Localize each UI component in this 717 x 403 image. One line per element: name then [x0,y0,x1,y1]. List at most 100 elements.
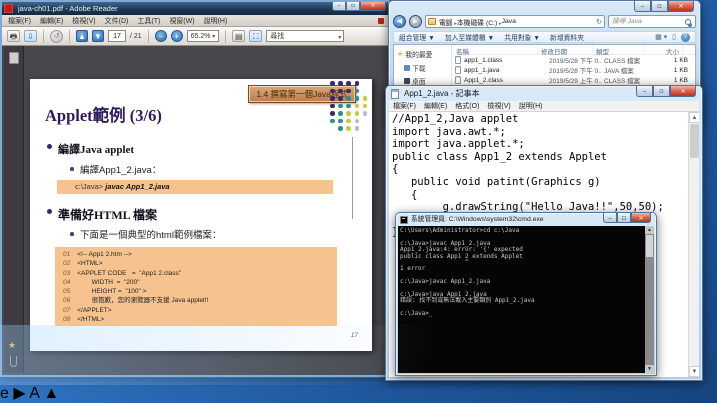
sub-bullet-icon [70,167,74,171]
maximize-button[interactable] [617,213,631,223]
cmd-titlebar[interactable]: 系統管理員: C:\Windows\system32\cmd.exe [396,213,656,226]
maximize-button[interactable] [651,1,668,12]
save-icon[interactable]: ⇩ [24,30,37,42]
scroll-down-icon[interactable] [689,366,699,377]
menu-document[interactable]: 文件(D) [105,16,129,26]
close-button[interactable] [670,86,696,97]
page-up-icon[interactable]: ▲ [76,30,88,42]
previous-view-icon[interactable]: ↺ [50,30,63,43]
pages-panel-icon[interactable] [9,52,19,64]
maximize-button[interactable] [653,86,670,97]
menu-file[interactable]: 檔案(F) [393,101,416,111]
taskbar-media-player-icon[interactable]: ▶ [13,385,25,402]
file-row[interactable]: App1_2.class 2019/5/29 上午 0... CLASS 檔案 … [453,75,695,85]
taskbar-adobe-reader-icon[interactable]: A [29,385,39,402]
column-date-modified[interactable]: 修改日期 [538,45,593,54]
find-input[interactable]: 尋找 [266,30,344,42]
slide-bullet-1: 編譯Java applet [58,141,134,157]
notepad-titlebar[interactable]: App1_2.java - 記事本 [386,86,702,101]
scrollbar-thumb[interactable] [690,124,699,158]
menu-view[interactable]: 檢視(V) [487,101,510,111]
pdf-titlebar[interactable]: java-ch01.pdf - Adobe Reader [2,2,388,15]
scroll-up-icon[interactable] [645,226,654,234]
zoom-level-select[interactable]: 65.2% [187,30,220,42]
menu-file[interactable]: 檔案(F) [8,16,31,26]
menu-edit[interactable]: 編輯(E) [40,16,63,26]
command-prompt-text: c:\Java> [75,182,105,191]
sidebar-item-downloads[interactable]: 下載 [404,63,451,73]
sidebar-favorites[interactable]: 我的最愛 [397,49,451,59]
search-input[interactable]: 搜尋 Java [608,15,696,28]
attachments-panel-icon[interactable] [10,356,17,367]
file-row[interactable]: app1_1.java 2019/5/28 下午 0... JAVA 檔案 1 … [453,65,695,75]
pdf-toolbar: 🖶 ⇩ ↺ ▲ ▼ / 21 − + 65.2% ▤ ⛶ 尋找 [2,27,388,46]
slide-command-line: c:\Java> javac App1_2.java [57,180,333,194]
column-size[interactable]: 大小 [645,45,683,54]
add-to-library-button[interactable]: 加入至媒體櫃 ▼ [445,32,494,42]
terminal-area[interactable]: C:\Users\Administrator>cd c:\Java c:\Jav… [398,226,654,373]
address-bar[interactable]: 電腦 本機磁碟 (C:) Java ↻ [425,15,605,28]
forward-icon[interactable]: ▶ [409,15,422,28]
menu-help[interactable]: 說明(H) [204,16,228,26]
taskbar-internet-explorer-icon[interactable]: e [0,385,9,402]
bookmarks-panel-icon[interactable] [8,340,16,351]
scrollbar-thumb[interactable] [646,235,653,257]
notepad-menubar: 檔案(F) 編輯(E) 格式(O) 檢視(V) 說明(H) [389,101,699,112]
pdf-document-area[interactable]: 1.4 撰寫第一個Java程式 Applet範例 (3/6) 編譯Java ap… [4,46,386,373]
scroll-mode-icon[interactable]: ▤ [232,30,245,42]
close-button[interactable] [631,213,651,223]
preview-pane-icon[interactable]: ▯ [672,33,676,41]
zoom-in-icon[interactable]: + [171,30,183,42]
help-icon[interactable]: ? [681,33,690,42]
folder-icon [428,18,436,25]
back-icon[interactable]: ◀ [393,15,406,28]
hidden-icons-arrow[interactable]: ▲ [43,385,59,402]
menu-format[interactable]: 格式(O) [455,101,479,111]
bullet-icon [47,144,52,149]
scroll-down-icon[interactable] [645,365,654,373]
breadcrumb-computer[interactable]: 電腦 [439,17,457,27]
pdf-viewer-window: java-ch01.pdf - Adobe Reader 檔案(F) 編輯(E)… [0,0,390,377]
organize-button[interactable]: 組合管理 ▼ [399,32,435,42]
new-folder-button[interactable]: 新增資料夾 [550,32,584,42]
minimize-button[interactable] [634,1,651,12]
slide-page: 1.4 撰寫第一個Java程式 Applet範例 (3/6) 編譯Java ap… [30,79,372,351]
file-list-headers: 名稱 修改日期 類型 大小 [453,45,695,55]
views-icon[interactable]: ▦ ▾ [655,33,667,41]
terminal-text: C:\Users\Administrator>cd c:\Java c:\Jav… [400,228,643,318]
slide-divider-line [352,137,353,219]
minimize-button[interactable] [332,2,346,11]
menu-help[interactable]: 說明(H) [519,101,543,111]
print-icon[interactable]: 🖶 [7,30,20,42]
slide-subbullet-1: 編譯App1_2.java： [80,162,161,176]
fit-page-icon[interactable]: ⛶ [249,30,262,42]
breadcrumb-drive-c[interactable]: 本機磁碟 (C:) [457,17,502,27]
file-row[interactable]: app1_1.class 2019/5/28 下午 0... CLASS 檔案 … [453,55,695,65]
breadcrumb-java[interactable]: Java [502,18,516,25]
column-name[interactable]: 名稱 [453,45,538,54]
minimize-button[interactable] [603,213,617,223]
page-number-input[interactable] [108,30,126,42]
close-button[interactable] [668,1,694,12]
page-down-icon[interactable]: ▼ [92,30,104,42]
adobe-reader-icon [4,4,13,13]
maximize-button[interactable] [346,2,360,11]
explorer-navigation-bar: ◀ ▶ 電腦 本機磁碟 (C:) Java ↻ 搜尋 Java [393,14,696,29]
minimize-button[interactable] [636,86,653,97]
pdf-menubar: 檔案(F) 編輯(E) 檢視(V) 文件(D) 工具(T) 視窗(W) 說明(H… [2,15,388,27]
column-type[interactable]: 類型 [593,45,645,54]
vertical-scrollbar[interactable] [688,112,699,377]
menu-window[interactable]: 視窗(W) [169,16,194,26]
scroll-up-icon[interactable] [689,112,699,123]
close-button[interactable] [360,2,386,11]
menu-tools[interactable]: 工具(T) [137,16,160,26]
command-text: javac App1_2.java [105,182,169,191]
zoom-out-icon[interactable]: − [155,30,167,42]
explorer-toolbar: 組合管理 ▼ 加入至媒體櫃 ▼ 共用對象 ▼ 新增資料夾 ▦ ▾ ▯ ? [393,31,696,43]
menu-view[interactable]: 檢視(V) [72,16,95,26]
vertical-scrollbar[interactable] [645,226,654,373]
slide-html-code-block: 01<!-- App1 2.htm --> 02<HTML> 03<APPLET… [55,247,337,326]
refresh-icon[interactable]: ↻ [596,18,602,26]
menu-edit[interactable]: 編輯(E) [424,101,447,111]
share-with-button[interactable]: 共用對象 ▼ [504,32,540,42]
